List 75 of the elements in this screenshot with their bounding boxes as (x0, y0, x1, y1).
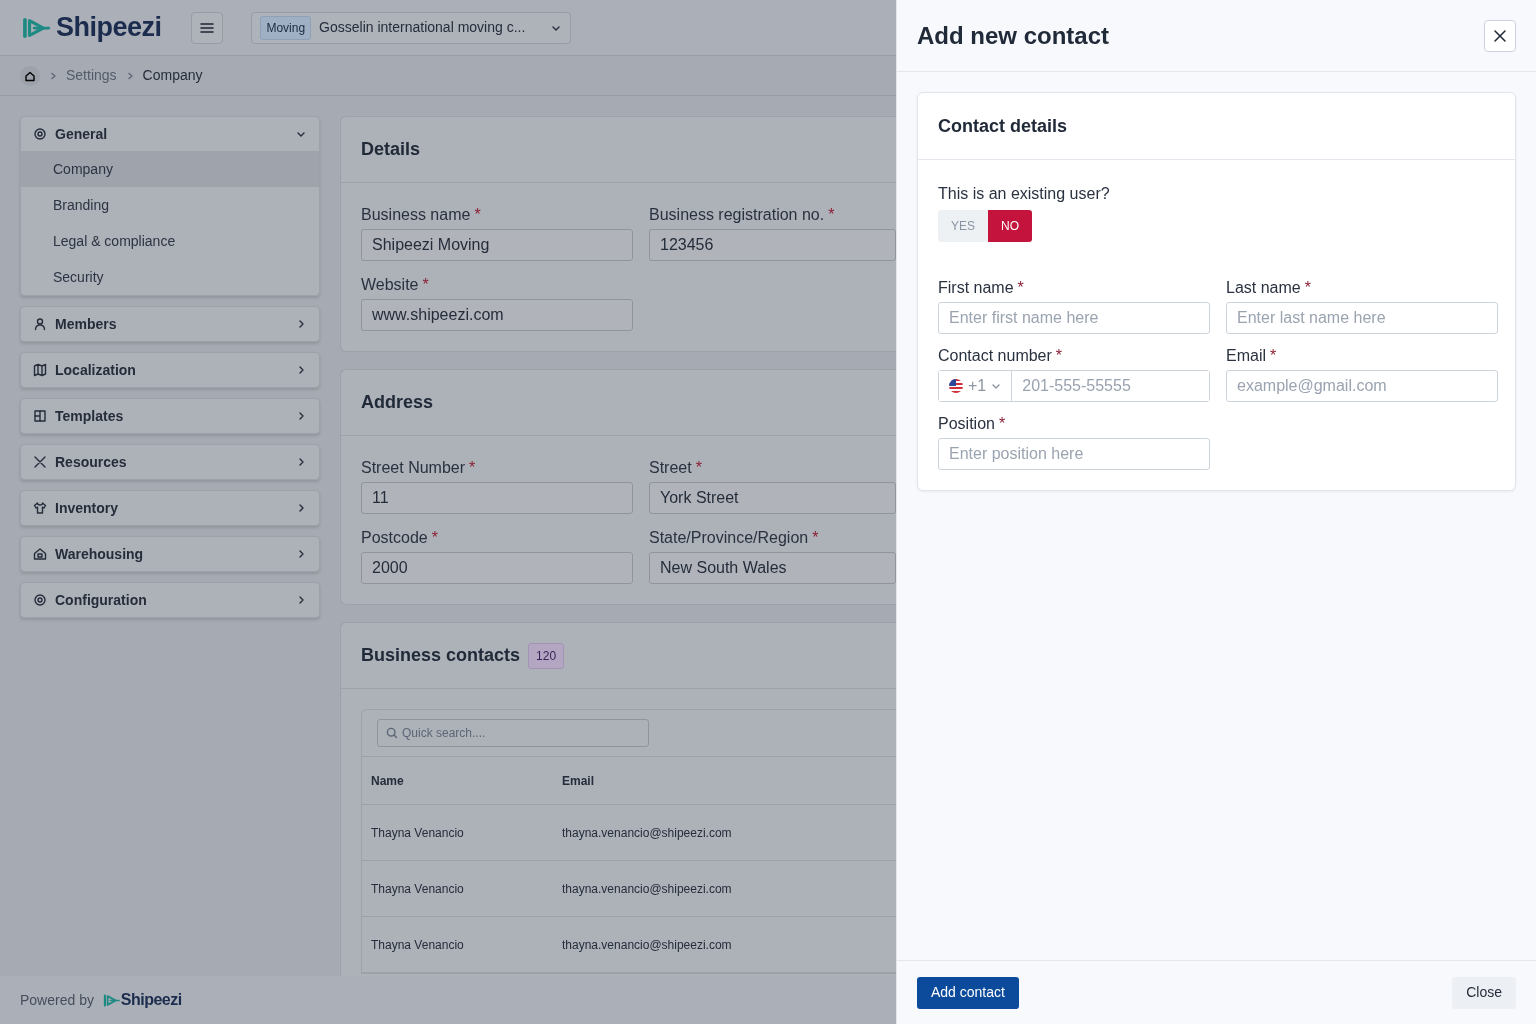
count-badge: 120 (528, 642, 565, 669)
house-icon (33, 547, 47, 561)
sidebar-group[interactable]: Configuration (21, 583, 319, 617)
sidebar-item[interactable]: Legal & compliance (21, 223, 319, 259)
field-label: Website * (361, 275, 430, 295)
table-cell-text: Thayna Venancio (370, 824, 465, 842)
footer-text: Powered by (20, 990, 94, 1010)
input-field[interactable]: 123456 (649, 229, 896, 261)
chevron-right-icon (48, 70, 58, 81)
table-cell-text: thayna.venancio@shipeezi.com (562, 936, 732, 954)
field-label: Contact number * (938, 346, 1064, 366)
company-selector[interactable]: Moving Gosselin international moving c... (251, 11, 572, 44)
close-button[interactable]: Close (1452, 976, 1516, 1009)
input-field[interactable]: 2000 (361, 552, 633, 584)
input-field[interactable]: Enter last name here (1226, 302, 1498, 334)
section-title: Address (361, 391, 434, 414)
field-label: Email * (1226, 346, 1278, 366)
breadcrumb-current: Company (142, 66, 203, 85)
sidebar-group[interactable]: Localization (21, 353, 319, 387)
sidebar-group[interactable]: General (21, 117, 319, 151)
sidebar-group[interactable]: Warehousing (21, 537, 319, 571)
menu-button[interactable] (191, 11, 224, 44)
logo-text: Shipeezi (55, 11, 162, 45)
toggle-option[interactable]: NO (988, 210, 1032, 242)
card-title: Contact details (938, 114, 1068, 138)
sidebar-group[interactable]: Templates (21, 399, 319, 433)
field-label: Street * (649, 458, 703, 478)
map-icon (33, 363, 47, 377)
table-cell-text: thayna.venancio@shipeezi.com (562, 824, 732, 842)
input-field[interactable]: York Street (649, 482, 896, 514)
sidebar-item[interactable]: Branding (21, 187, 319, 223)
logo-text: Shipeezi (120, 990, 182, 1010)
field-label: Business registration no. * (649, 205, 836, 225)
field-label: Last name * (1226, 278, 1312, 298)
input-field[interactable]: www.shipeezi.com (361, 299, 633, 331)
add-contact-button[interactable]: Add contact (917, 976, 1019, 1009)
home-icon (24, 69, 36, 82)
field-label: First name * (938, 278, 1025, 298)
flag-icon (948, 378, 964, 394)
section-title: Details (361, 138, 421, 161)
input-field[interactable]: Enter first name here (938, 302, 1210, 334)
shirt-icon (33, 501, 47, 515)
input-field[interactable]: New South Wales (649, 552, 896, 584)
input-field[interactable]: example@gmail.com (1226, 370, 1498, 402)
home-button[interactable] (20, 65, 40, 86)
business-type-badge: Moving (260, 15, 312, 40)
input-field[interactable]: 11 (361, 482, 633, 514)
input-field[interactable]: Enter position here (938, 438, 1210, 470)
table-cell-text: Thayna Venancio (370, 880, 465, 898)
column-header: Email (562, 772, 594, 790)
table-cell-text: thayna.venancio@shipeezi.com (562, 880, 732, 898)
search-icon (386, 727, 398, 739)
sidebar-group[interactable]: Members (21, 307, 319, 341)
close-icon (1492, 27, 1508, 44)
company-name: Gosselin international moving c... (319, 18, 527, 37)
layout-icon (33, 409, 47, 423)
sidebar-item[interactable]: Company (21, 151, 319, 187)
panel-title: Add new contact (917, 20, 1109, 51)
person-icon (33, 317, 47, 331)
sidebar-group[interactable]: Inventory (21, 491, 319, 525)
field-label: Street Number * (361, 458, 477, 478)
close-button[interactable] (1484, 19, 1516, 52)
sidebar-item[interactable]: Security (21, 259, 319, 295)
field-label: Business name * (361, 205, 482, 225)
field-label: Postcode * (361, 528, 439, 548)
logo-icon (20, 16, 52, 39)
logo-icon (101, 993, 121, 1007)
question-label: This is an existing user? (938, 184, 1111, 204)
sidebar-group[interactable]: Resources (21, 445, 319, 479)
input-field[interactable]: Shipeezi Moving (361, 229, 633, 261)
column-header: Name (370, 772, 405, 790)
table-cell-text: Thayna Venancio (370, 936, 465, 954)
field-label: State/Province/Region * (649, 528, 820, 548)
field-label: Position * (938, 414, 1007, 434)
section-title: Business contacts (361, 644, 521, 667)
